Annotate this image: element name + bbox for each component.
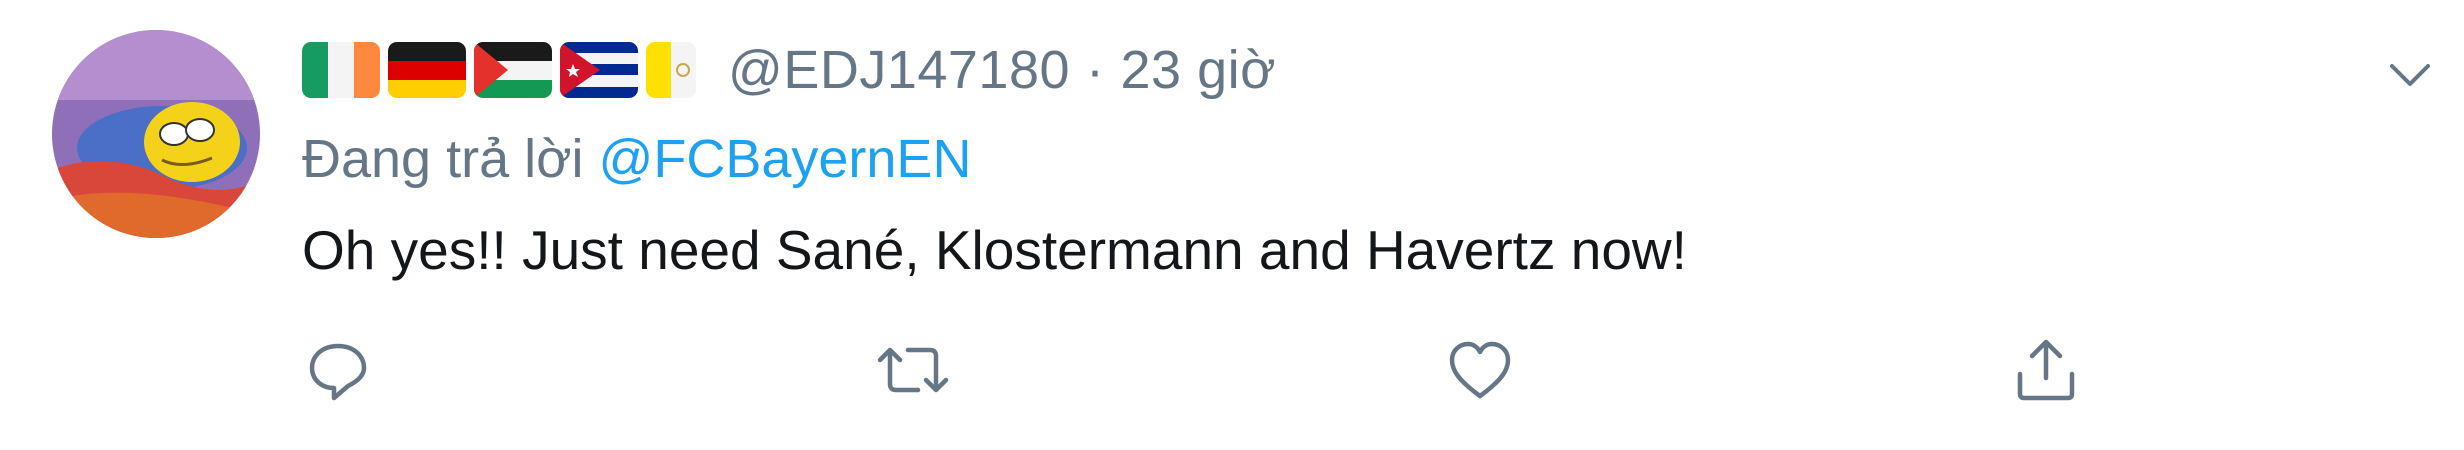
tweet-header: @EDJ147180 · 23 giờ	[302, 34, 1276, 106]
heart-icon	[1449, 341, 1511, 399]
user-handle[interactable]: @EDJ147180	[728, 39, 1070, 101]
more-options-button[interactable]	[2382, 46, 2438, 102]
reply-button[interactable]	[302, 334, 374, 406]
retweet-icon	[877, 347, 949, 393]
cuba-flag-icon	[560, 42, 638, 98]
replying-to-label: Đang trả lời	[302, 129, 599, 189]
ireland-flag-icon	[302, 42, 380, 98]
retweet-button[interactable]	[872, 334, 954, 406]
germany-flag-icon	[388, 42, 466, 98]
tweet-text: Oh yes!! Just need Sané, Klostermann and…	[302, 219, 1687, 281]
mention-link[interactable]: @FCBayernEN	[599, 129, 972, 189]
chevron-down-icon	[2390, 64, 2430, 86]
tweet[interactable]: @EDJ147180 · 23 giờ Đang trả lời @FCBaye…	[0, 0, 2464, 450]
reply-icon	[309, 343, 367, 401]
like-button[interactable]	[1444, 334, 1516, 406]
avatar[interactable]	[52, 30, 260, 238]
replying-to-line: Đang trả lời @FCBayernEN	[302, 128, 971, 190]
separator-dot: ·	[1086, 40, 1105, 100]
vatican-flag-icon	[646, 42, 696, 98]
share-icon	[2017, 339, 2075, 401]
tweet-timestamp[interactable]: 23 giờ	[1121, 39, 1277, 101]
palestine-flag-icon	[474, 42, 552, 98]
share-button[interactable]	[2010, 334, 2082, 406]
